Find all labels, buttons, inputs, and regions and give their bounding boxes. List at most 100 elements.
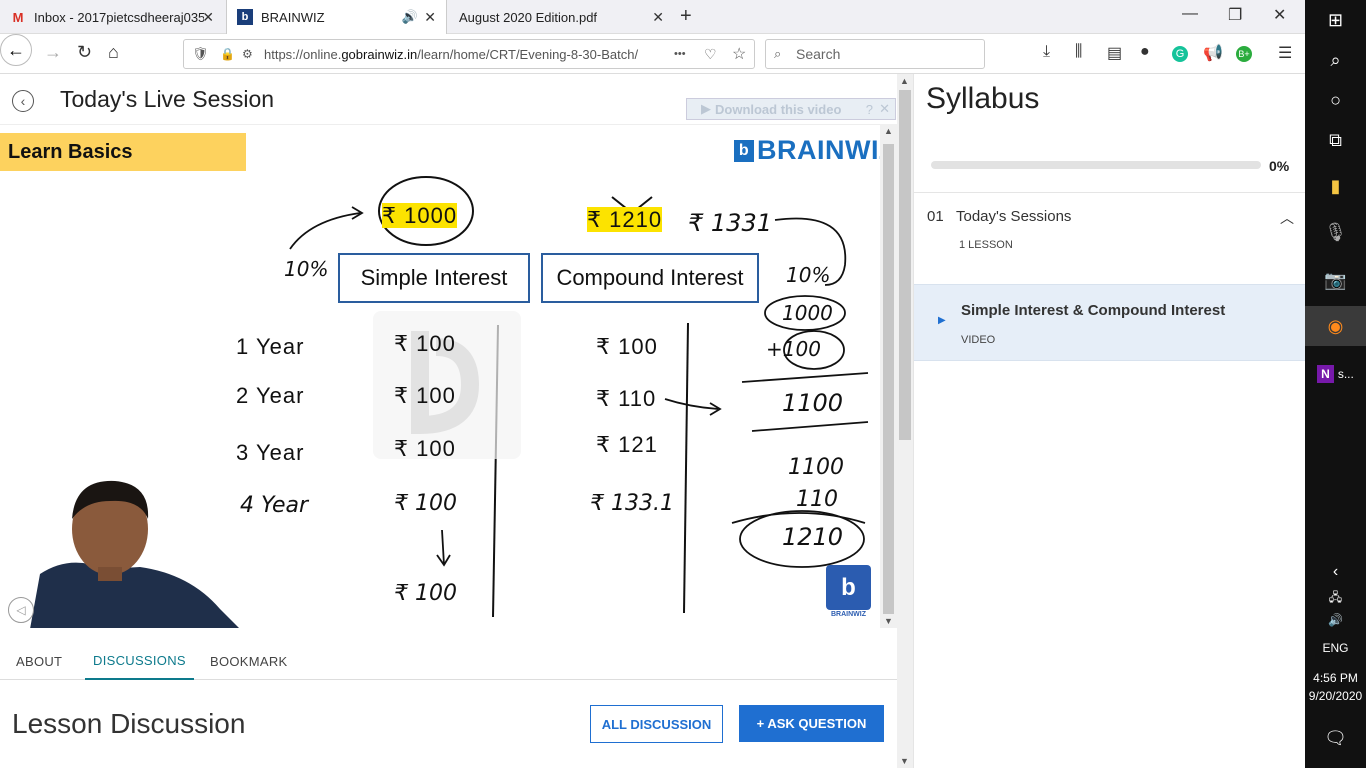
year-label: 4 Year <box>240 493 309 518</box>
downloads-icon[interactable]: ⤓ <box>1043 43 1050 61</box>
minimize-button[interactable]: — <box>1182 5 1198 23</box>
section-title[interactable]: Today's Sessions <box>956 208 1071 225</box>
session-back-button[interactable]: ‹ <box>12 90 34 112</box>
lesson-type: VIDEO <box>961 334 996 346</box>
close-icon[interactable]: ✕ <box>652 9 664 26</box>
page-actions-menu[interactable]: ••• <box>674 48 686 60</box>
brainwiz-watermark: b BRAINWIZ <box>826 565 871 618</box>
scroll-thumb[interactable] <box>899 90 911 440</box>
notifications-icon[interactable]: 🗨 <box>1305 718 1366 758</box>
bookmark-star-icon[interactable]: ☆ <box>732 44 746 64</box>
camera-icon[interactable]: 📷 <box>1305 260 1366 300</box>
search-input[interactable]: ⌕ Search <box>765 39 985 69</box>
help-icon[interactable]: ? <box>866 102 873 117</box>
tab-bookmark[interactable]: BOOKMARK <box>210 642 288 680</box>
rewind-icon[interactable]: ◁ <box>8 597 34 623</box>
year-label: 3 Year <box>236 440 305 465</box>
windows-start-icon[interactable]: ⊞ <box>1305 0 1366 40</box>
back-button[interactable]: ← <box>0 34 32 66</box>
scroll-thumb[interactable] <box>883 144 894 614</box>
tab-label: August 2020 Edition.pdf <box>459 9 598 25</box>
url-text[interactable]: https://online.gobrainwiz.in/learn/home/… <box>264 47 664 62</box>
syllabus-panel: Syllabus 0% 01 Today's Sessions 1 LESSON… <box>913 74 1306 768</box>
lesson-name: Simple Interest & Compound Interest <box>961 302 1226 319</box>
download-video-button[interactable]: ▶ Download this video ? ✕ <box>686 98 896 120</box>
play-icon: ▶ <box>701 101 711 116</box>
pocket-icon[interactable]: ♡ <box>704 46 717 63</box>
tab-pdf[interactable]: August 2020 Edition.pdf ✕ <box>449 0 674 34</box>
cortana-icon[interactable]: ○ <box>1305 80 1366 120</box>
scroll-up-icon[interactable]: ▲ <box>900 76 909 86</box>
extension-icon[interactable]: B+ <box>1236 46 1252 62</box>
announcement-icon[interactable]: 📢 <box>1203 43 1223 63</box>
si-total: ₹ 100 <box>394 581 457 606</box>
sidebar-icon[interactable]: ▤ <box>1107 43 1122 63</box>
account-icon[interactable]: ● <box>1140 43 1150 61</box>
home-button[interactable]: ⌂ <box>108 42 119 63</box>
library-icon[interactable]: ⫼ <box>1075 43 1082 61</box>
tab-gmail-inbox[interactable]: M Inbox - 2017pietcsdheeraj035@ ✕ <box>0 0 224 34</box>
ci-new-value: ₹ 1331 <box>688 209 772 237</box>
presenter-video-feed <box>30 480 239 628</box>
windows-taskbar: ⊞ ⌕ ○ ⧉ ▮ 🎙 📷 ◉ Ns... ‹ 🖧 🔊 ENG 4:56 PM … <box>1305 0 1366 768</box>
video-player[interactable]: Learn Basics b BRAINWIZ <box>0 124 880 628</box>
file-explorer-icon[interactable]: ▮ <box>1305 166 1366 206</box>
chevron-up-icon[interactable]: ︿ <box>1280 208 1294 228</box>
ci-value: ₹ 100 <box>596 334 658 359</box>
play-icon: ▶ <box>938 315 946 326</box>
si-value: ₹ 100 <box>394 436 456 461</box>
page-title: Today's Live Session <box>60 86 275 112</box>
close-icon[interactable]: ✕ <box>424 9 436 26</box>
section-meta: 1 LESSON <box>959 239 1013 251</box>
permissions-icon[interactable]: ⚙ <box>242 47 253 61</box>
new-tab-button[interactable]: + <box>680 5 692 28</box>
grammarly-icon[interactable]: G <box>1172 46 1188 62</box>
syllabus-title: Syllabus <box>926 82 1040 115</box>
brainwiz-icon: b <box>237 9 253 25</box>
tab-about[interactable]: ABOUT <box>16 642 62 680</box>
all-discussion-button[interactable]: ALL DISCUSSION <box>590 705 723 743</box>
onenote-icon[interactable]: Ns... <box>1305 354 1366 394</box>
page-scrollbar[interactable]: ▲ ▼ <box>897 74 913 768</box>
firefox-icon[interactable]: ◉ <box>1305 306 1366 346</box>
close-icon[interactable]: ✕ <box>879 101 890 117</box>
ci-value: ₹ 121 <box>596 432 658 457</box>
url-bar[interactable]: 🛡 🔒 ⚙ https://online.gobrainwiz.in/learn… <box>183 39 755 69</box>
language-indicator[interactable]: ENG <box>1305 628 1366 668</box>
forward-button[interactable]: → <box>44 42 62 63</box>
ci-value: ₹ 133.1 <box>590 491 674 516</box>
compound-interest-heading: Compound Interest <box>541 253 759 303</box>
calc-line: 1000 <box>782 301 833 325</box>
clock-date[interactable]: 9/20/2020 <box>1305 686 1366 706</box>
video-scrollbar[interactable]: ▲ ▼ <box>880 124 897 628</box>
menu-icon[interactable]: ☰ <box>1278 43 1292 63</box>
discussion-heading: Lesson Discussion <box>12 708 246 739</box>
page-content: ‹ Today's Live Session ▶ Download this v… <box>0 74 1306 768</box>
progress-percent: 0% <box>1269 158 1290 174</box>
reload-button[interactable]: ↻ <box>77 42 92 63</box>
ci-value: ₹ 110 <box>596 386 657 411</box>
tab-brainwiz[interactable]: b BRAINWIZ 🔊 ✕ <box>226 0 447 34</box>
task-view-icon[interactable]: ⧉ <box>1305 120 1366 160</box>
shield-icon[interactable]: 🛡 <box>192 46 209 62</box>
calc-line: +100 <box>766 337 821 361</box>
lock-icon[interactable]: 🔒 <box>220 47 235 61</box>
recorder-icon[interactable]: 🎙 <box>1305 212 1366 252</box>
close-window-button[interactable]: ✕ <box>1273 5 1286 25</box>
restore-button[interactable]: ❐ <box>1228 5 1242 25</box>
ask-question-button[interactable]: + ASK QUESTION <box>739 705 884 742</box>
scroll-down-icon[interactable]: ▼ <box>884 616 893 626</box>
browser-tab-strip: M Inbox - 2017pietcsdheeraj035@ ✕ b BRAI… <box>0 0 1305 34</box>
scroll-down-icon[interactable]: ▼ <box>900 756 909 766</box>
scroll-up-icon[interactable]: ▲ <box>884 126 893 136</box>
tab-label: Inbox - 2017pietcsdheeraj035@ <box>34 9 204 25</box>
clock-time[interactable]: 4:56 PM <box>1305 668 1366 688</box>
search-icon[interactable]: ⌕ <box>1305 40 1366 80</box>
lesson-item[interactable]: ▶ Simple Interest & Compound Interest VI… <box>914 284 1306 361</box>
speaker-icon[interactable]: 🔊 <box>402 9 418 25</box>
close-icon[interactable]: ✕ <box>202 9 214 26</box>
lesson-tabs: ABOUT DISCUSSIONS BOOKMARK <box>0 642 897 680</box>
year-label: 1 Year <box>236 334 305 359</box>
tab-discussions[interactable]: DISCUSSIONS <box>85 642 194 680</box>
calc-line: 110 <box>796 487 838 512</box>
